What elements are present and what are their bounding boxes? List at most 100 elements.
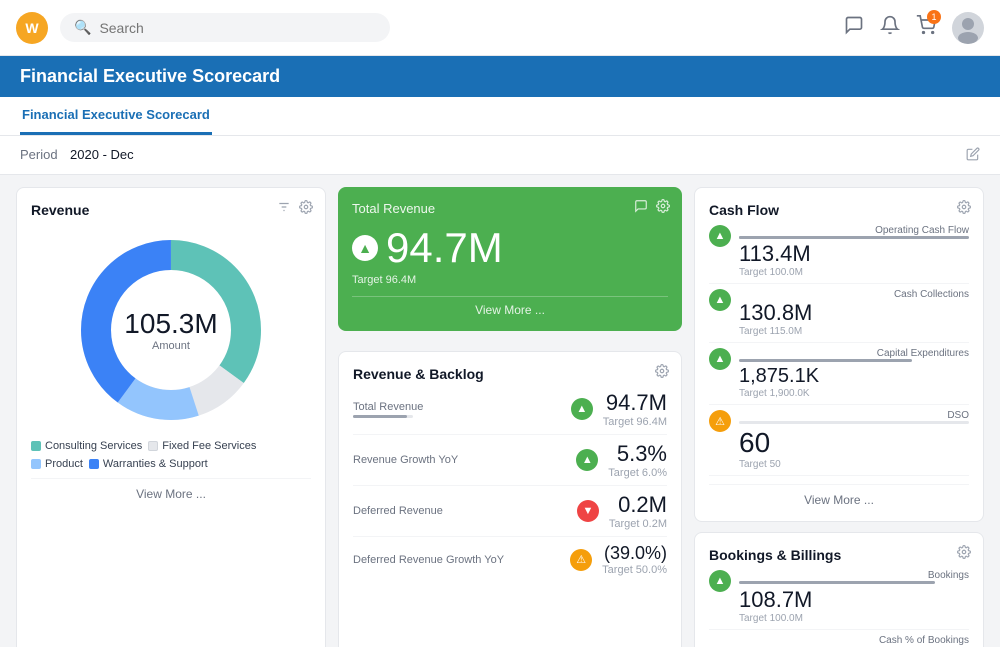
bb-bookings-bar bbox=[739, 581, 935, 584]
bb-cash-pct: Cash % of Bookings bbox=[709, 630, 969, 647]
metric-total-revenue-target: Target 96.4M bbox=[603, 416, 667, 428]
chat-icon[interactable] bbox=[844, 15, 864, 40]
cf-operating-name: Operating Cash Flow bbox=[739, 225, 969, 236]
bb-bookings-values: 108.7M bbox=[739, 587, 969, 613]
donut-label: Amount bbox=[124, 340, 217, 352]
filter-icon[interactable] bbox=[277, 200, 291, 219]
cf-collections-values: 130.8M bbox=[739, 300, 969, 326]
cf-collections-name: Cash Collections bbox=[739, 289, 969, 300]
tr-arrow-up: ▲ bbox=[352, 235, 378, 261]
legend-item-product: Product bbox=[31, 458, 83, 470]
legend-dot-warranties bbox=[89, 459, 99, 469]
cf-dso-target: Target 50 bbox=[739, 459, 969, 470]
metric-deferred-rev-value: 0.2M bbox=[609, 492, 667, 518]
search-input[interactable] bbox=[99, 20, 376, 36]
cart-icon[interactable]: 1 bbox=[916, 15, 936, 40]
right-column: Cash Flow ▲ Operating Cash Flow 113.4M bbox=[694, 187, 984, 647]
gear-icon-cf[interactable] bbox=[957, 200, 971, 219]
legend-item-fixed: Fixed Fee Services bbox=[148, 440, 256, 452]
status-up-rev-growth: ▲ bbox=[576, 449, 598, 471]
nav-icons: 1 bbox=[844, 12, 984, 44]
tr-target: Target 96.4M bbox=[352, 274, 668, 286]
legend-label-fixed: Fixed Fee Services bbox=[162, 440, 256, 452]
edit-icon[interactable] bbox=[966, 147, 980, 164]
tab-financial-scorecard[interactable]: Financial Executive Scorecard bbox=[20, 97, 212, 135]
gear-icon-rb[interactable] bbox=[655, 364, 669, 383]
legend-item-consulting: Consulting Services bbox=[31, 440, 142, 452]
main-content: Revenue 105.3M bbox=[0, 175, 1000, 647]
cf-collections: ▲ Cash Collections 130.8M Target 115.0M bbox=[709, 284, 969, 343]
metric-total-revenue-value: 94.7M bbox=[603, 390, 667, 416]
cf-dso-values: 60 bbox=[739, 427, 969, 459]
bb-card-icons bbox=[957, 545, 971, 564]
metric-rev-growth-target: Target 6.0% bbox=[608, 467, 667, 479]
metric-rev-growth-info: Revenue Growth YoY bbox=[353, 454, 566, 466]
cf-operating: ▲ Operating Cash Flow 113.4M Target 100.… bbox=[709, 220, 969, 284]
bb-bookings-value: 108.7M bbox=[739, 587, 812, 612]
cf-title: Cash Flow bbox=[709, 202, 779, 218]
bb-bookings-info: Bookings 108.7M Target 100.0M bbox=[739, 570, 969, 624]
bb-cash-pct-info: Cash % of Bookings bbox=[709, 635, 969, 646]
metric-def-rev-growth-target: Target 50.0% bbox=[602, 564, 667, 576]
metric-deferred-rev-target: Target 0.2M bbox=[609, 518, 667, 530]
donut-value: 105.3M bbox=[124, 308, 217, 340]
cf-dso-value: 60 bbox=[739, 427, 770, 458]
cf-operating-info: Operating Cash Flow 113.4M Target 100.0M bbox=[739, 225, 969, 278]
top-nav: W 🔍 1 bbox=[0, 0, 1000, 56]
revenue-view-more[interactable]: View More ... bbox=[31, 478, 311, 501]
metric-def-rev-growth-info: Deferred Revenue Growth YoY bbox=[353, 554, 560, 566]
metric-deferred-rev-info: Deferred Revenue bbox=[353, 505, 567, 517]
tr-title: Total Revenue bbox=[352, 201, 668, 216]
legend-label-consulting: Consulting Services bbox=[45, 440, 142, 452]
rb-card-icons bbox=[655, 364, 669, 383]
cf-collections-info: Cash Collections 130.8M Target 115.0M bbox=[739, 289, 969, 337]
header-bar: Financial Executive Scorecard bbox=[0, 56, 1000, 97]
cf-card-icons bbox=[957, 200, 971, 219]
search-icon: 🔍 bbox=[74, 19, 91, 36]
revenue-legend: Consulting Services Fixed Fee Services P… bbox=[31, 440, 311, 470]
metric-deferred-rev-right: 0.2M Target 0.2M bbox=[609, 492, 667, 530]
metric-deferred-rev-name: Deferred Revenue bbox=[353, 505, 567, 517]
cf-view-more[interactable]: View More ... bbox=[709, 484, 969, 507]
cf-operating-status: ▲ bbox=[709, 225, 731, 247]
legend-label-product: Product bbox=[45, 458, 83, 470]
cf-capex-target: Target 1,900.0K bbox=[739, 388, 969, 399]
cf-dso: ⚠ DSO 60 Target 50 bbox=[709, 405, 969, 476]
cart-badge: 1 bbox=[927, 10, 941, 24]
period-bar: Period 2020 - Dec bbox=[0, 136, 1000, 175]
tr-view-more[interactable]: View More ... bbox=[352, 296, 668, 317]
status-up-total-revenue: ▲ bbox=[571, 398, 593, 420]
metric-def-rev-growth-right: (39.0%) Target 50.0% bbox=[602, 543, 667, 576]
bb-bookings-name: Bookings bbox=[739, 570, 969, 581]
search-bar[interactable]: 🔍 bbox=[60, 13, 390, 42]
logo[interactable]: W bbox=[16, 12, 48, 44]
avatar[interactable] bbox=[952, 12, 984, 44]
cf-operating-bar bbox=[739, 236, 969, 239]
gear-icon[interactable] bbox=[299, 200, 313, 219]
cf-operating-values: 113.4M bbox=[739, 241, 969, 267]
metric-deferred-rev: Deferred Revenue ▼ 0.2M Target 0.2M bbox=[353, 486, 667, 537]
legend-dot-product bbox=[31, 459, 41, 469]
cf-collections-value: 130.8M bbox=[739, 300, 812, 326]
cf-capex-bar bbox=[739, 359, 912, 362]
legend-label-warranties: Warranties & Support bbox=[103, 458, 208, 470]
cf-collections-status: ▲ bbox=[709, 289, 731, 311]
bb-bookings-status: ▲ bbox=[709, 570, 731, 592]
revenue-title: Revenue bbox=[31, 202, 89, 218]
metric-rev-growth-right: 5.3% Target 6.0% bbox=[608, 441, 667, 479]
metric-def-rev-growth-value: (39.0%) bbox=[602, 543, 667, 564]
revenue-backlog-card: Revenue & Backlog Total Revenue ▲ 94.7M … bbox=[338, 351, 682, 647]
metric-total-revenue-info: Total Revenue bbox=[353, 401, 561, 418]
arrow-up-icon: ▲ bbox=[358, 240, 372, 256]
bell-icon[interactable] bbox=[880, 15, 900, 40]
logo-text: W bbox=[25, 20, 38, 36]
revenue-card: Revenue 105.3M bbox=[16, 187, 326, 647]
metric-total-revenue: Total Revenue ▲ 94.7M Target 96.4M bbox=[353, 384, 667, 435]
cf-operating-target: Target 100.0M bbox=[739, 267, 969, 278]
period-label: Period bbox=[20, 147, 58, 162]
status-warn-def-rev-growth: ⚠ bbox=[570, 549, 592, 571]
period-value: 2020 - Dec bbox=[70, 147, 134, 162]
legend-dot-fixed bbox=[148, 441, 158, 451]
gear-icon-bb[interactable] bbox=[957, 545, 971, 564]
bb-bookings: ▲ Bookings 108.7M Target 100.0M bbox=[709, 565, 969, 630]
